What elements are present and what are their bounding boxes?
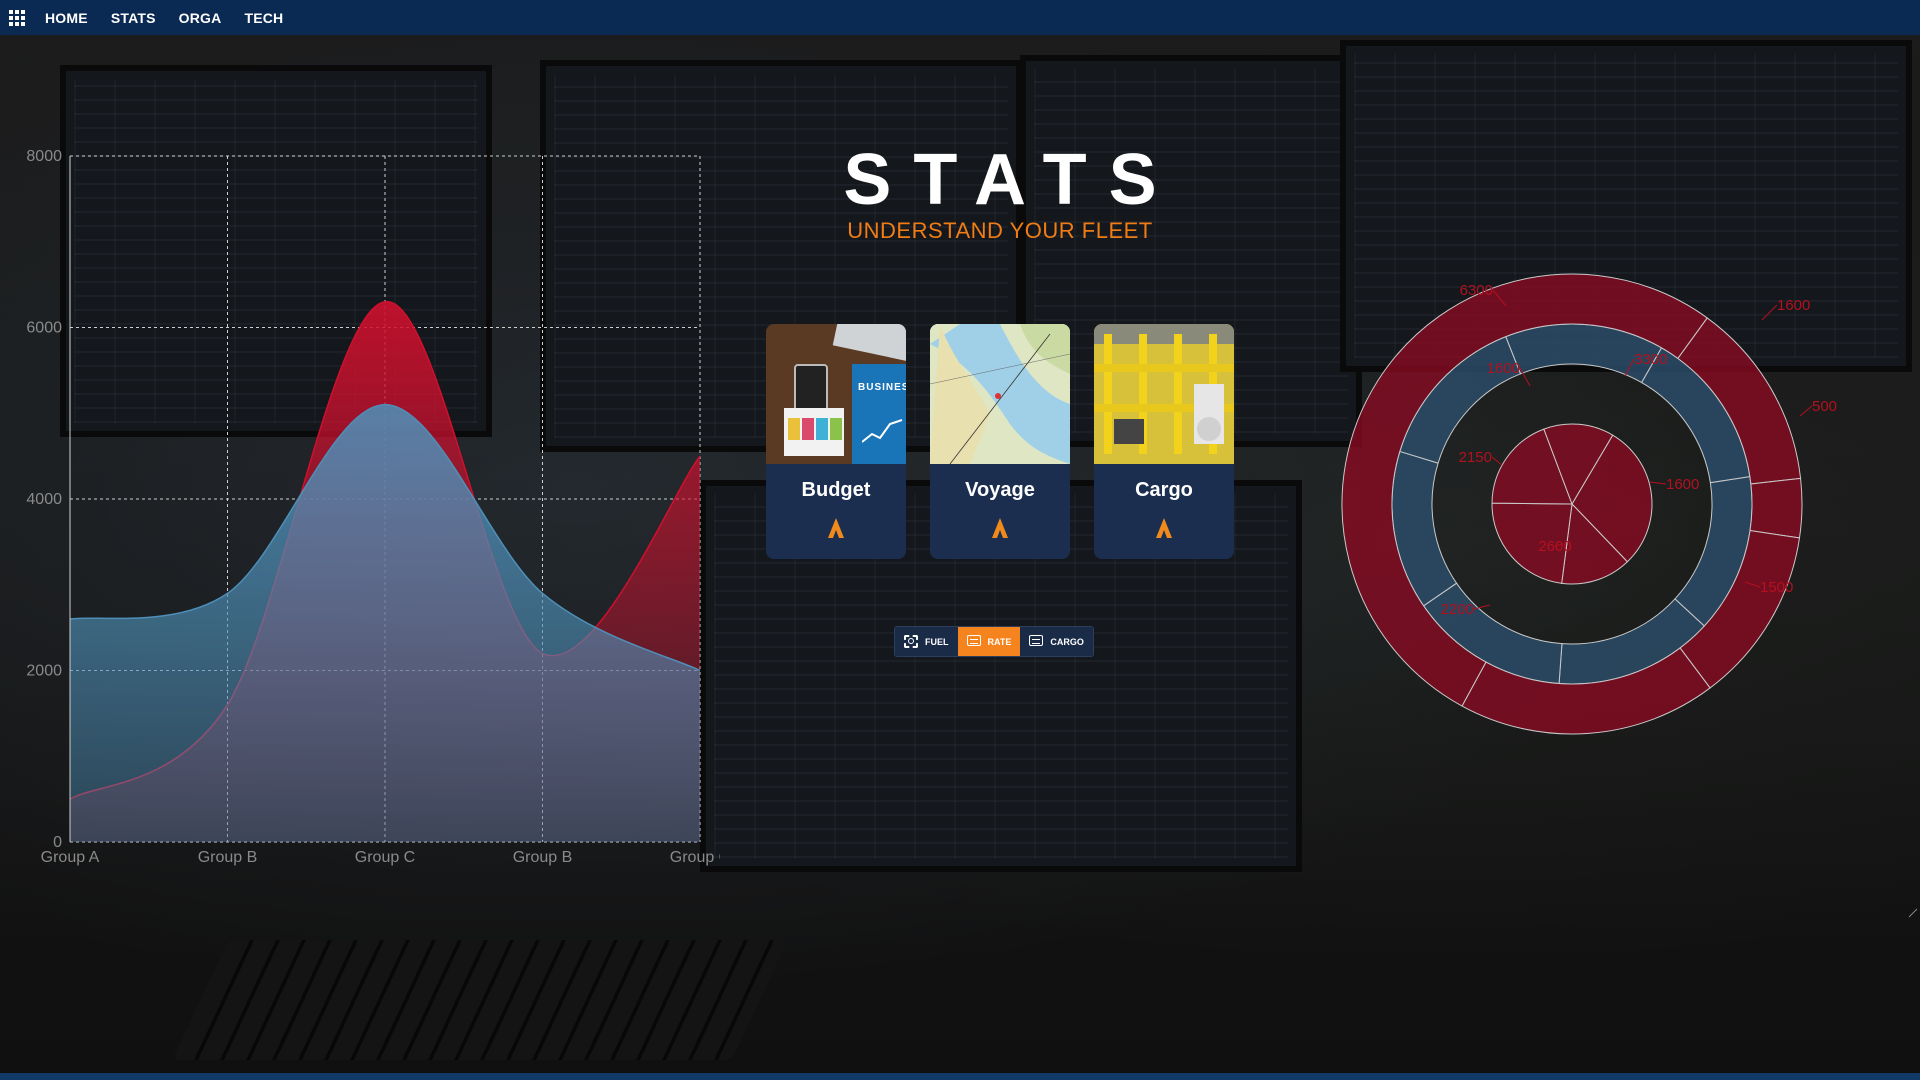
slice-label: 1600 xyxy=(1777,297,1810,314)
x-tick-label: Group C xyxy=(355,849,415,866)
label-leader xyxy=(1649,481,1667,485)
book-cover-text: BUSINESS xyxy=(858,382,906,393)
card-label: Budget xyxy=(801,479,871,501)
nav-orga[interactable]: ORGA xyxy=(179,10,222,26)
y-tick-label: 2000 xyxy=(26,663,62,680)
toggle-label: FUEL xyxy=(925,636,949,647)
slice-label: 2200 xyxy=(1441,601,1474,618)
toggle-fuel[interactable]: FUEL xyxy=(895,627,958,656)
arrow-up-icon xyxy=(992,518,1008,538)
nav-stats[interactable]: STATS xyxy=(111,10,156,26)
arrow-up-icon xyxy=(828,518,844,538)
area-chart: 02000400060008000Group A Group B Group C Gr… xyxy=(26,148,720,866)
slice-label: 500 xyxy=(1812,398,1837,415)
toggle-rate[interactable]: RATE xyxy=(957,627,1021,656)
card-cargo[interactable]: Cargo xyxy=(1094,324,1234,559)
resize-grip-icon[interactable] xyxy=(1908,908,1918,918)
toggle-label: RATE xyxy=(987,636,1012,647)
budget-photo: BUSINESS xyxy=(766,324,906,464)
bottom-bar xyxy=(0,1073,1920,1080)
x-tick-label: Group B xyxy=(198,849,258,866)
y-tick-label: 6000 xyxy=(26,320,62,337)
card-budget[interactable]: BUSINESS Budget xyxy=(766,324,906,559)
slice-label: 1600 xyxy=(1487,360,1520,377)
nav-tech[interactable]: TECH xyxy=(244,10,283,26)
slice-label: 3300 xyxy=(1634,351,1667,368)
top-navbar: HOME STATS ORGA TECH xyxy=(0,0,1920,35)
outer-ring-slice xyxy=(1749,477,1803,539)
y-tick-label: 4000 xyxy=(26,491,62,508)
card-label: Voyage xyxy=(965,479,1035,501)
message-icon xyxy=(1029,635,1044,648)
nautical-chart-photo xyxy=(930,324,1070,464)
y-tick-label: 8000 xyxy=(26,148,62,165)
x-tick-label: Group A xyxy=(41,849,100,866)
radial-chart: 6300 1600 500 1500 2200 3300 1600 2150 2600 1600 xyxy=(1341,273,1837,735)
slice-label: 2150 xyxy=(1459,449,1492,466)
arrow-up-icon xyxy=(1156,518,1172,538)
apps-grid-icon[interactable] xyxy=(9,9,25,26)
scan-icon xyxy=(904,635,918,648)
label-leader xyxy=(1799,405,1813,417)
card-label: Cargo xyxy=(1135,479,1193,501)
label-leader xyxy=(1761,304,1778,321)
page-title: STATS xyxy=(843,140,1179,220)
message-icon xyxy=(966,635,981,648)
x-tick-label: Group C xyxy=(670,849,720,866)
x-tick-label: Group B xyxy=(513,849,573,866)
slice-label: 6300 xyxy=(1460,282,1493,299)
nav-home[interactable]: HOME xyxy=(45,10,88,26)
slice-label: 1600 xyxy=(1666,476,1699,493)
toggle-cargo[interactable]: CARGO xyxy=(1020,627,1093,656)
card-voyage[interactable]: Voyage xyxy=(930,324,1070,559)
slice-label: 1500 xyxy=(1760,579,1793,596)
segmented-toggle: FUEL RATE CARGO xyxy=(894,626,1094,657)
port-cranes-photo xyxy=(1094,324,1234,464)
slice-label: 2600 xyxy=(1538,538,1571,555)
page-subtitle: UNDERSTAND YOUR FLEET xyxy=(847,218,1153,243)
label-leader xyxy=(1491,456,1503,466)
toggle-label: CARGO xyxy=(1050,636,1084,647)
